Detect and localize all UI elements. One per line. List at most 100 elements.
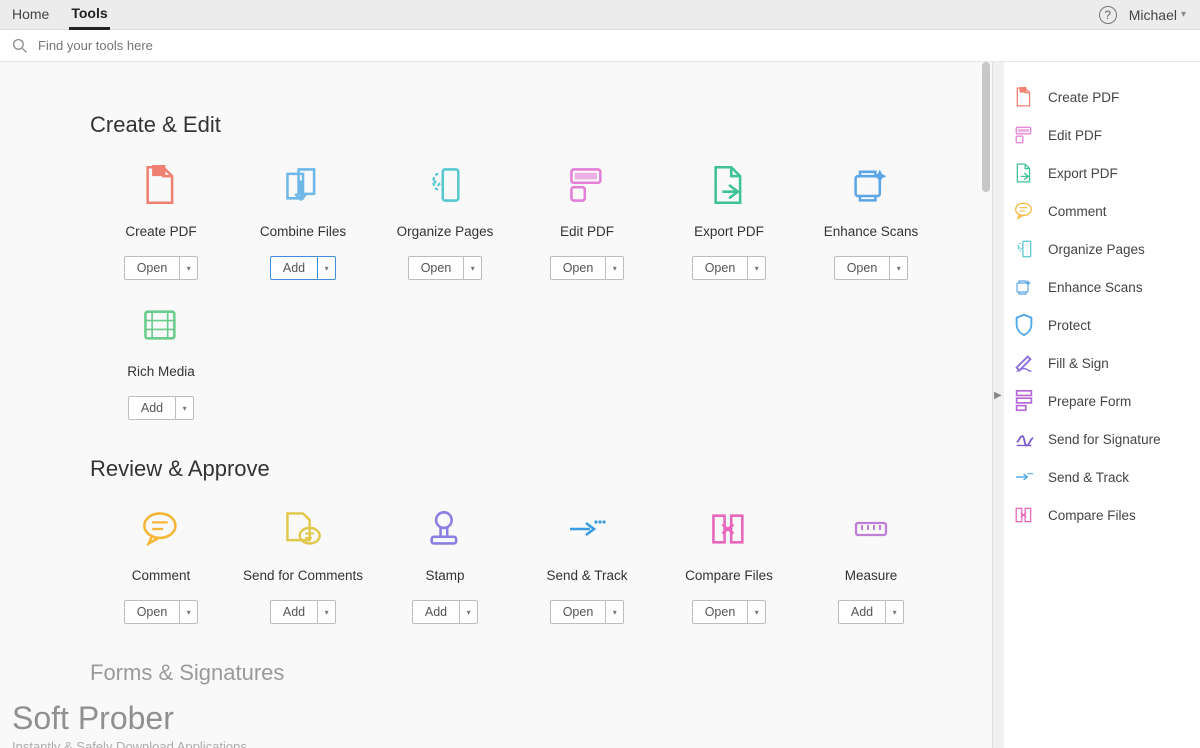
dropdown-icon[interactable]: ▾ bbox=[748, 600, 766, 624]
dropdown-icon[interactable]: ▾ bbox=[606, 600, 624, 624]
comment-icon bbox=[1014, 201, 1034, 221]
tool-rich-media[interactable]: Rich Media Add▾ bbox=[90, 304, 232, 420]
action-button[interactable]: Open bbox=[550, 256, 607, 280]
action-add: Add▾ bbox=[270, 600, 336, 624]
organize-pages-icon bbox=[422, 164, 468, 206]
right-panel: Create PDF Edit PDF Export PDF Comment O… bbox=[1004, 62, 1200, 748]
dropdown-icon[interactable]: ▾ bbox=[886, 600, 904, 624]
combine-files-icon bbox=[280, 164, 326, 206]
action-button[interactable]: Open bbox=[408, 256, 465, 280]
tool-send-for-comments[interactable]: Send for Comments Add▾ bbox=[232, 508, 374, 624]
dropdown-icon[interactable]: ▾ bbox=[890, 256, 908, 280]
rp-label: Edit PDF bbox=[1048, 128, 1102, 143]
action-button[interactable]: Open bbox=[834, 256, 891, 280]
action-button[interactable]: Open bbox=[550, 600, 607, 624]
action-button[interactable]: Add bbox=[838, 600, 886, 624]
dropdown-icon[interactable]: ▾ bbox=[606, 256, 624, 280]
dropdown-icon[interactable]: ▾ bbox=[180, 256, 198, 280]
grid-create-edit: Create PDF Open▾ Combine Files Add▾ Orga… bbox=[90, 164, 992, 420]
tool-send-track[interactable]: Send & Track Open▾ bbox=[516, 508, 658, 624]
rp-label: Comment bbox=[1048, 204, 1107, 219]
tool-export-pdf[interactable]: Export PDF Open▾ bbox=[658, 164, 800, 280]
export-pdf-icon bbox=[706, 164, 752, 206]
comment-icon bbox=[138, 508, 184, 550]
tool-compare-files[interactable]: Compare Files Open▾ bbox=[658, 508, 800, 624]
user-name[interactable]: Michael bbox=[1129, 7, 1177, 23]
user-menu-chevron-icon[interactable]: ▾ bbox=[1181, 9, 1186, 20]
tool-stamp[interactable]: Stamp Add▾ bbox=[374, 508, 516, 624]
watermark-subtitle: Instantly & Safely Download Applications bbox=[12, 739, 247, 748]
tool-create-pdf[interactable]: Create PDF Open▾ bbox=[90, 164, 232, 280]
top-bar: Home Tools ? Michael ▾ bbox=[0, 0, 1200, 30]
rp-create-pdf[interactable]: Create PDF bbox=[1014, 78, 1190, 116]
dropdown-icon[interactable]: ▾ bbox=[176, 396, 194, 420]
dropdown-icon[interactable]: ▾ bbox=[318, 256, 336, 280]
rp-compare-files[interactable]: Compare Files bbox=[1014, 496, 1190, 534]
rp-send-track[interactable]: Send & Track bbox=[1014, 458, 1190, 496]
tool-enhance-scans[interactable]: Enhance Scans Open▾ bbox=[800, 164, 942, 280]
export-pdf-icon bbox=[1014, 163, 1034, 183]
rp-label: Enhance Scans bbox=[1048, 280, 1143, 295]
panel-splitter[interactable] bbox=[992, 62, 1004, 748]
section-title-create-edit: Create & Edit bbox=[90, 112, 992, 138]
action-button[interactable]: Open bbox=[692, 256, 749, 280]
rp-edit-pdf[interactable]: Edit PDF bbox=[1014, 116, 1190, 154]
action-button[interactable]: Open bbox=[124, 256, 181, 280]
tool-combine-files[interactable]: Combine Files Add▾ bbox=[232, 164, 374, 280]
action-open: Open▾ bbox=[550, 600, 625, 624]
help-icon[interactable]: ? bbox=[1099, 6, 1117, 24]
action-button[interactable]: Add bbox=[270, 256, 318, 280]
action-button[interactable]: Open bbox=[124, 600, 181, 624]
action-open: Open▾ bbox=[124, 600, 199, 624]
tool-label: Stamp bbox=[425, 568, 464, 586]
action-open: Open▾ bbox=[408, 256, 483, 280]
action-button[interactable]: Add bbox=[128, 396, 176, 420]
send-signature-icon bbox=[1014, 429, 1034, 449]
action-button[interactable]: Open bbox=[692, 600, 749, 624]
tool-edit-pdf[interactable]: Edit PDF Open▾ bbox=[516, 164, 658, 280]
dropdown-icon[interactable]: ▾ bbox=[318, 600, 336, 624]
action-open: Open▾ bbox=[550, 256, 625, 280]
rp-enhance-scans[interactable]: Enhance Scans bbox=[1014, 268, 1190, 306]
rp-comment[interactable]: Comment bbox=[1014, 192, 1190, 230]
rp-label: Fill & Sign bbox=[1048, 356, 1109, 371]
rp-label: Export PDF bbox=[1048, 166, 1118, 181]
dropdown-icon[interactable]: ▾ bbox=[464, 256, 482, 280]
create-pdf-icon bbox=[138, 164, 184, 206]
tab-tools[interactable]: Tools bbox=[69, 1, 109, 30]
tool-label: Send for Comments bbox=[243, 568, 363, 586]
protect-icon bbox=[1014, 315, 1034, 335]
action-button[interactable]: Add bbox=[412, 600, 460, 624]
action-button[interactable]: Add bbox=[270, 600, 318, 624]
tool-comment[interactable]: Comment Open▾ bbox=[90, 508, 232, 624]
rp-export-pdf[interactable]: Export PDF bbox=[1014, 154, 1190, 192]
dropdown-icon[interactable]: ▾ bbox=[180, 600, 198, 624]
rp-prepare-form[interactable]: Prepare Form bbox=[1014, 382, 1190, 420]
rp-protect[interactable]: Protect bbox=[1014, 306, 1190, 344]
edit-pdf-icon bbox=[1014, 125, 1034, 145]
tool-label: Comment bbox=[132, 568, 191, 586]
tool-label: Measure bbox=[845, 568, 898, 586]
search-input[interactable] bbox=[38, 38, 438, 53]
search-bar bbox=[0, 30, 1200, 62]
scrollbar[interactable] bbox=[982, 62, 990, 192]
edit-pdf-icon bbox=[564, 164, 610, 206]
organize-pages-icon bbox=[1014, 239, 1034, 259]
rp-organize-pages[interactable]: Organize Pages bbox=[1014, 230, 1190, 268]
rp-label: Send & Track bbox=[1048, 470, 1129, 485]
compare-files-icon bbox=[706, 508, 752, 550]
tool-organize-pages[interactable]: Organize Pages Open▾ bbox=[374, 164, 516, 280]
tab-home[interactable]: Home bbox=[10, 2, 51, 28]
rp-send-signature[interactable]: Send for Signature bbox=[1014, 420, 1190, 458]
rp-fill-sign[interactable]: Fill & Sign bbox=[1014, 344, 1190, 382]
rp-label: Prepare Form bbox=[1048, 394, 1131, 409]
search-icon bbox=[12, 38, 28, 54]
rich-media-icon bbox=[138, 304, 184, 346]
dropdown-icon[interactable]: ▾ bbox=[460, 600, 478, 624]
rp-label: Compare Files bbox=[1048, 508, 1136, 523]
main-panel: Create & Edit Create PDF Open▾ Combine F… bbox=[0, 62, 992, 748]
tool-measure[interactable]: Measure Add▾ bbox=[800, 508, 942, 624]
stamp-icon bbox=[422, 508, 468, 550]
action-add: Add▾ bbox=[412, 600, 478, 624]
dropdown-icon[interactable]: ▾ bbox=[748, 256, 766, 280]
